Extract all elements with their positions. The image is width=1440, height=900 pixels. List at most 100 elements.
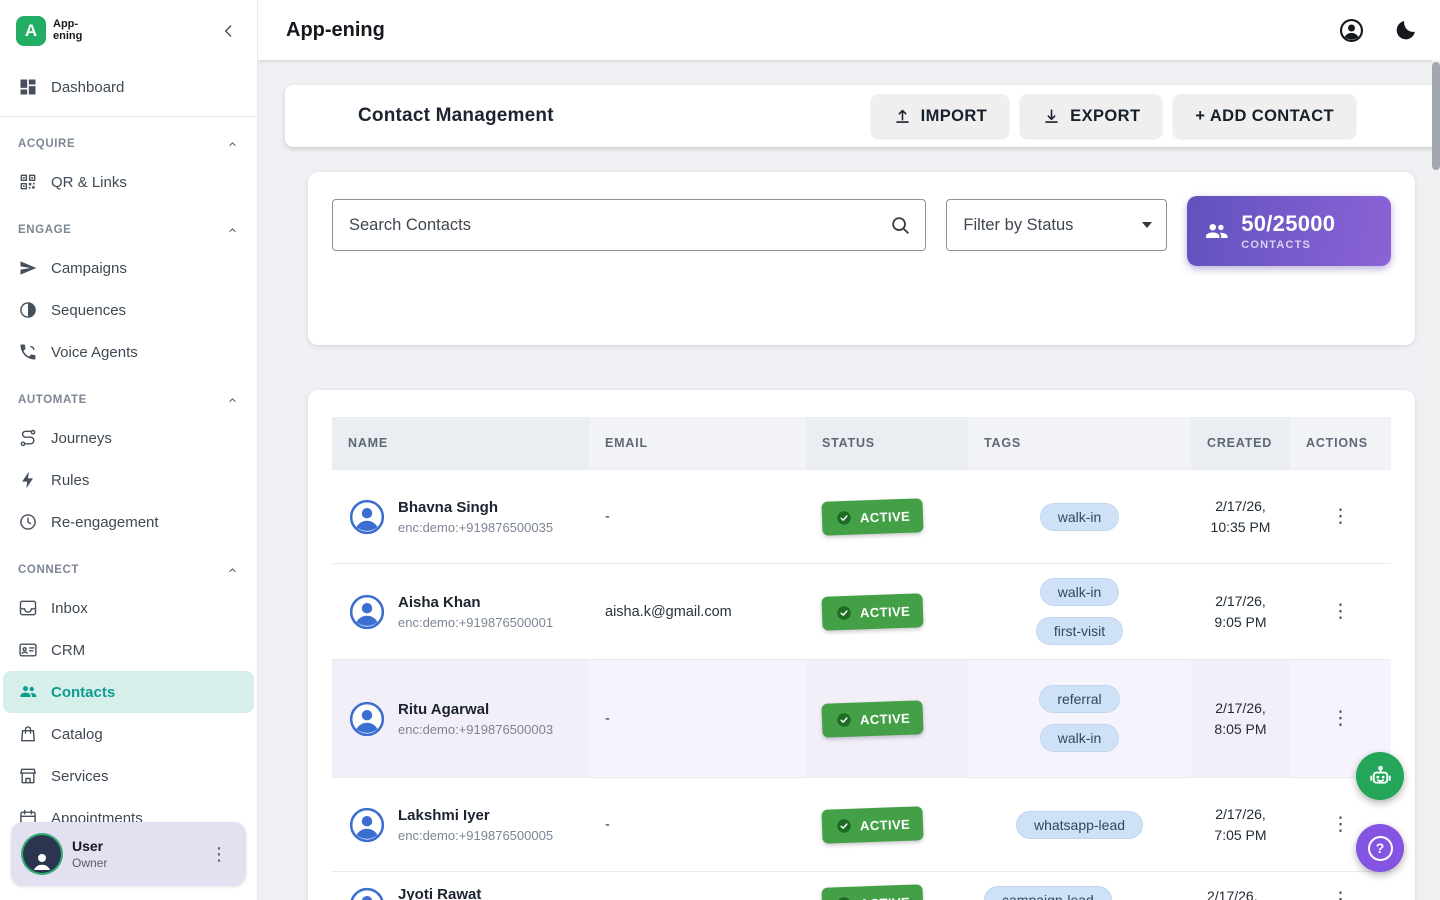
status-badge: ACTIVE bbox=[821, 884, 923, 900]
user-role: Owner bbox=[72, 856, 107, 870]
section-title: AUTOMATE bbox=[18, 394, 87, 406]
contact-card-icon bbox=[18, 640, 38, 660]
app-logo[interactable]: A App-ening bbox=[16, 16, 95, 46]
section-title: ACQUIRE bbox=[18, 138, 75, 150]
sidebar-item-sequences[interactable]: Sequences bbox=[0, 289, 257, 331]
sidebar-item-label: Voice Agents bbox=[51, 344, 138, 361]
add-contact-button[interactable]: + ADD CONTACT bbox=[1173, 94, 1356, 138]
sidebar-item-journeys[interactable]: Journeys bbox=[0, 417, 257, 459]
sidebar-item-label: Rules bbox=[51, 472, 89, 489]
sidebar-item-label: Contacts bbox=[51, 684, 115, 701]
sidebar-header: A App-ening bbox=[0, 0, 257, 62]
contacts-count: 50/25000 bbox=[1241, 211, 1335, 237]
section-automate[interactable]: AUTOMATE bbox=[0, 383, 257, 417]
account-button[interactable] bbox=[1336, 15, 1367, 46]
column-header-tags: TAGS bbox=[968, 417, 1191, 469]
history-icon bbox=[18, 512, 38, 532]
check-circle-icon bbox=[835, 710, 854, 729]
help-fab[interactable]: ? bbox=[1356, 824, 1404, 872]
inbox-icon bbox=[18, 598, 38, 618]
sidebar-item-voice-agents[interactable]: Voice Agents bbox=[0, 331, 257, 373]
scrollbar-thumb[interactable] bbox=[1432, 62, 1440, 170]
column-header-actions: ACTIONS bbox=[1290, 417, 1391, 469]
row-actions-button[interactable]: ⋮ bbox=[1323, 598, 1358, 625]
sidebar-item-catalog[interactable]: Catalog bbox=[0, 713, 257, 755]
export-button[interactable]: EXPORT bbox=[1020, 94, 1162, 138]
chatbot-icon bbox=[1367, 763, 1394, 790]
table-row[interactable]: Aisha Khanenc:demo:+919876500001 aisha.k… bbox=[332, 563, 1391, 659]
sidebar-item-dashboard[interactable]: Dashboard bbox=[0, 66, 257, 108]
person-icon bbox=[30, 849, 54, 873]
status-badge: ACTIVE bbox=[821, 806, 923, 844]
assistant-fab[interactable] bbox=[1356, 752, 1404, 800]
sidebar-item-label: Campaigns bbox=[51, 260, 127, 277]
section-engage[interactable]: ENGAGE bbox=[0, 213, 257, 247]
search-box[interactable] bbox=[332, 199, 926, 251]
table-row[interactable]: Ritu Agarwalenc:demo:+919876500003 - ACT… bbox=[332, 659, 1391, 777]
contact-status-cell: ACTIVE bbox=[806, 470, 968, 563]
sidebar-item-campaigns[interactable]: Campaigns bbox=[0, 247, 257, 289]
contact-created-cell: 2/17/26, 8:05 PM bbox=[1191, 660, 1290, 777]
sidebar-collapse-button[interactable] bbox=[217, 19, 241, 43]
row-actions-button[interactable]: ⋮ bbox=[1323, 503, 1358, 530]
contacts-table-card: NAME EMAIL STATUS TAGS CREATED ACTIONS B… bbox=[308, 390, 1415, 900]
user-info: User Owner bbox=[72, 838, 107, 870]
sidebar: A App-ening Dashboard ACQUIRE QR & Links… bbox=[0, 0, 258, 900]
sidebar-item-services[interactable]: Services bbox=[0, 755, 257, 797]
search-input[interactable] bbox=[349, 216, 889, 235]
status-filter-select[interactable]: Filter by Status bbox=[946, 199, 1167, 251]
contact-email: - bbox=[589, 470, 806, 563]
import-button[interactable]: IMPORT bbox=[871, 94, 1010, 138]
sidebar-item-rules[interactable]: Rules bbox=[0, 459, 257, 501]
counter-text: 50/25000 CONTACTS bbox=[1241, 211, 1335, 251]
account-circle-icon bbox=[1338, 17, 1365, 44]
scrollbar-track[interactable] bbox=[1432, 60, 1440, 900]
sidebar-item-qr-links[interactable]: QR & Links bbox=[0, 161, 257, 203]
contact-name-cell: Ritu Agarwalenc:demo:+919876500003 bbox=[332, 660, 589, 777]
sidebar-item-re-engagement[interactable]: Re-engagement bbox=[0, 501, 257, 543]
status-filter-label: Filter by Status bbox=[963, 216, 1073, 235]
section-connect[interactable]: CONNECT bbox=[0, 553, 257, 587]
check-circle-icon bbox=[835, 816, 854, 835]
contact-status-cell: ACTIVE bbox=[806, 564, 968, 659]
chevron-up-icon bbox=[226, 394, 239, 407]
sidebar-item-label: Catalog bbox=[51, 726, 103, 743]
table-row[interactable]: Jyoti Rawat ACTIVE campaign-lead 2/17/26… bbox=[332, 871, 1391, 900]
tag-chip: walk-in bbox=[1040, 578, 1120, 606]
contact-tags-cell: walk-in bbox=[968, 470, 1191, 563]
contact-created-cell: 2/17/26, bbox=[1191, 872, 1290, 900]
contact-created-cell: 2/17/26, 9:05 PM bbox=[1191, 564, 1290, 659]
upload-icon bbox=[893, 107, 912, 126]
avatar-icon bbox=[348, 498, 386, 536]
sidebar-item-crm[interactable]: CRM bbox=[0, 629, 257, 671]
column-header-email: EMAIL bbox=[589, 417, 806, 469]
sidebar-item-inbox[interactable]: Inbox bbox=[0, 587, 257, 629]
main-area: App-ening Contact Management IMPORT EXPO… bbox=[258, 0, 1440, 900]
contact-name-cell: Jyoti Rawat bbox=[332, 872, 589, 900]
app-logo-icon: A bbox=[16, 16, 46, 46]
avatar-icon bbox=[348, 593, 386, 631]
row-actions-button[interactable]: ⋮ bbox=[1323, 886, 1358, 900]
avatar-icon bbox=[348, 806, 386, 844]
table-row[interactable]: Lakshmi Iyerenc:demo:+919876500005 - ACT… bbox=[332, 777, 1391, 871]
row-actions-button[interactable]: ⋮ bbox=[1323, 705, 1358, 732]
column-header-status: STATUS bbox=[806, 417, 968, 469]
group-icon bbox=[1203, 218, 1229, 244]
sidebar-nav: Dashboard ACQUIRE QR & Links ENGAGE Camp… bbox=[0, 62, 257, 900]
sidebar-item-contacts[interactable]: Contacts bbox=[3, 671, 254, 713]
chevron-up-icon bbox=[226, 564, 239, 577]
user-card[interactable]: User Owner ⋮ bbox=[11, 822, 246, 886]
user-menu-button[interactable]: ⋮ bbox=[204, 841, 234, 867]
row-actions-button[interactable]: ⋮ bbox=[1323, 811, 1358, 838]
check-circle-icon bbox=[835, 508, 854, 527]
section-title: Contact Management bbox=[358, 105, 554, 127]
chevron-down-icon bbox=[1142, 222, 1152, 228]
moon-icon bbox=[1393, 18, 1418, 43]
table-row[interactable]: Bhavna Singhenc:demo:+919876500035 - ACT… bbox=[332, 469, 1391, 563]
section-title: ENGAGE bbox=[18, 224, 71, 236]
section-acquire[interactable]: ACQUIRE bbox=[0, 127, 257, 161]
download-icon bbox=[1042, 107, 1061, 126]
dark-mode-toggle[interactable] bbox=[1391, 16, 1420, 45]
qr-code-icon bbox=[18, 172, 38, 192]
sidebar-item-label: CRM bbox=[51, 642, 85, 659]
